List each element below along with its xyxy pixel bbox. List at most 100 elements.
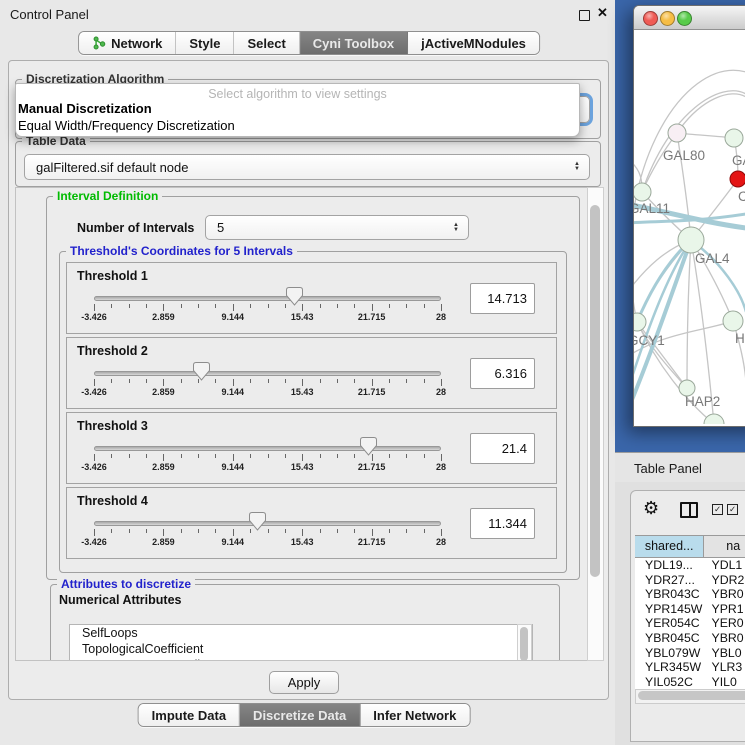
network-edge[interactable] (677, 94, 745, 133)
slider-tick (233, 304, 234, 311)
node-label-gal: GAL (732, 153, 745, 168)
tab-discretize-data[interactable]: Discretize Data (240, 704, 360, 726)
table-horizontal-scrollbar[interactable] (635, 689, 745, 704)
slider-tick (163, 454, 164, 461)
network-node-green[interactable] (725, 129, 743, 147)
algorithm-option-manual-discretization[interactable]: Manual Discretization (18, 101, 152, 116)
attributes-scrollbar[interactable] (517, 624, 532, 661)
threshold-value-field[interactable]: 6.316 (470, 358, 535, 389)
network-node-green[interactable] (704, 414, 724, 424)
minimize-traffic-light[interactable] (660, 11, 675, 26)
table-row[interactable]: YLR345WYLR3 (635, 660, 745, 675)
slider-tick (198, 304, 199, 308)
table-row[interactable]: YBR045CYBR0 (635, 631, 745, 646)
table-panel: ⚙ ✓ ✓ shared...na YDL19...YDL1YDR27...YD… (615, 482, 745, 745)
network-edge[interactable] (634, 70, 745, 322)
slider-thumb[interactable] (286, 287, 303, 306)
slider-tick-label: 28 (436, 312, 446, 322)
network-node-green[interactable] (634, 313, 646, 331)
checkbox-checked-icon[interactable]: ✓ (727, 504, 738, 515)
table-row[interactable]: YBR043CYBR0 (635, 587, 745, 602)
slider-tick (268, 304, 269, 308)
slider-tick (285, 379, 286, 383)
attribute-item-topologicalcoefficient[interactable]: TopologicalCoefficient (70, 641, 532, 657)
network-node-red[interactable] (730, 171, 745, 187)
threshold-value-field[interactable]: 11.344 (470, 508, 535, 539)
settings-scroll-viewport: Interval Definition Number of Intervals … (15, 187, 588, 661)
tab-jactivemnodules[interactable]: jActiveMNodules (408, 32, 539, 54)
slider-tick (389, 454, 390, 458)
node-label-gcy1: GCY1 (634, 333, 665, 348)
table-panel-title: Table Panel (634, 461, 702, 476)
slider-thumb[interactable] (360, 437, 377, 456)
slider-tick-label: 21.715 (358, 312, 386, 322)
slider-thumb[interactable] (193, 362, 210, 381)
table-row[interactable]: YDR27...YDR2 (635, 573, 745, 588)
slider-track[interactable] (94, 446, 441, 451)
zoom-traffic-light[interactable] (677, 11, 692, 26)
algorithm-option-equal-width-frequency-discretization[interactable]: Equal Width/Frequency Discretization (18, 118, 235, 133)
network-node-green[interactable] (723, 311, 743, 331)
tab-style[interactable]: Style (176, 32, 234, 54)
slider-tick (198, 529, 199, 533)
num-intervals-combobox[interactable]: 5 ▲▼ (205, 215, 469, 240)
threshold-value-field[interactable]: 21.4 (470, 433, 535, 464)
tab-impute-data[interactable]: Impute Data (139, 704, 240, 726)
slider-track[interactable] (94, 296, 441, 301)
slider-tick (389, 529, 390, 533)
network-window-titlebar[interactable] (634, 6, 745, 30)
attribute-item-selfloops[interactable]: SelfLoops (70, 625, 532, 641)
slider-tick (302, 529, 303, 536)
slider-track[interactable] (94, 371, 441, 376)
network-edge[interactable] (637, 322, 687, 388)
slider-tick (389, 304, 390, 308)
float-window-icon[interactable] (579, 10, 590, 21)
node-attribute-table[interactable]: shared...na YDL19...YDL1YDR27...YDR2YBR0… (635, 535, 745, 687)
slider-tick (285, 454, 286, 458)
table-row[interactable]: YPR145WYPR1 (635, 602, 745, 617)
tab-infer-network[interactable]: Infer Network (360, 704, 469, 726)
slider-tick-label: 21.715 (358, 537, 386, 547)
network-canvas[interactable]: GAL80GALCGAL11GAL4GCY1HHAP2 (634, 30, 745, 424)
table-row[interactable]: YIL052CYIL0 (635, 675, 745, 690)
close-traffic-light[interactable] (643, 11, 658, 26)
table-card: ⚙ ✓ ✓ shared...na YDL19...YDL1YDR27...YD… (630, 490, 745, 742)
numerical-attributes-list[interactable]: SelfLoopsTopologicalCoefficientBetweenne… (69, 624, 533, 661)
slider-tick (233, 529, 234, 536)
slider-thumb[interactable] (249, 512, 266, 531)
table-data-combobox[interactable]: galFiltered.sif default node ▲▼ (24, 154, 590, 180)
checkbox-checked-icon[interactable]: ✓ (712, 504, 723, 515)
network-edge[interactable] (687, 240, 691, 388)
slider-tick (163, 529, 164, 536)
attribute-item-betweennesscentrality[interactable]: BetweennessCentrality (70, 657, 532, 661)
column-header-na[interactable]: na (704, 536, 745, 557)
slider-tick (146, 379, 147, 383)
tab-label: Select (247, 36, 285, 51)
column-header-shared[interactable]: shared... (635, 536, 704, 557)
tab-network[interactable]: Network (79, 32, 176, 54)
network-node-green[interactable] (634, 183, 651, 201)
combo-arrows-icon: ▲▼ (574, 162, 580, 172)
columns-icon[interactable] (680, 502, 698, 518)
tab-select[interactable]: Select (234, 32, 299, 54)
tab-cyni-toolbox[interactable]: Cyni Toolbox (300, 32, 408, 54)
slider-tick (337, 454, 338, 458)
table-row[interactable]: YDL19...YDL1 (635, 558, 745, 573)
table-row[interactable]: YBL079WYBL0 (635, 646, 745, 661)
network-node-pink[interactable] (668, 124, 686, 142)
network-node-green[interactable] (678, 227, 704, 253)
table-row[interactable]: YER054CYER0 (635, 616, 745, 631)
apply-button[interactable]: Apply (269, 671, 339, 694)
slider-tick (302, 454, 303, 461)
table-cell: YPR145W (635, 602, 706, 617)
slider-track[interactable] (94, 521, 441, 526)
thresholds-group: Threshold's Coordinates for 5 Intervals … (59, 251, 567, 573)
numerical-attributes-label: Numerical Attributes (59, 593, 181, 607)
slider-tick-label: 2.859 (152, 537, 175, 547)
settings-scrollbar[interactable] (587, 187, 604, 661)
close-icon[interactable]: ✕ (597, 5, 608, 21)
gear-icon[interactable]: ⚙ (643, 498, 659, 519)
slider-tick-label: 28 (436, 537, 446, 547)
slider-tick (163, 379, 164, 386)
threshold-value-field[interactable]: 14.713 (470, 283, 535, 314)
